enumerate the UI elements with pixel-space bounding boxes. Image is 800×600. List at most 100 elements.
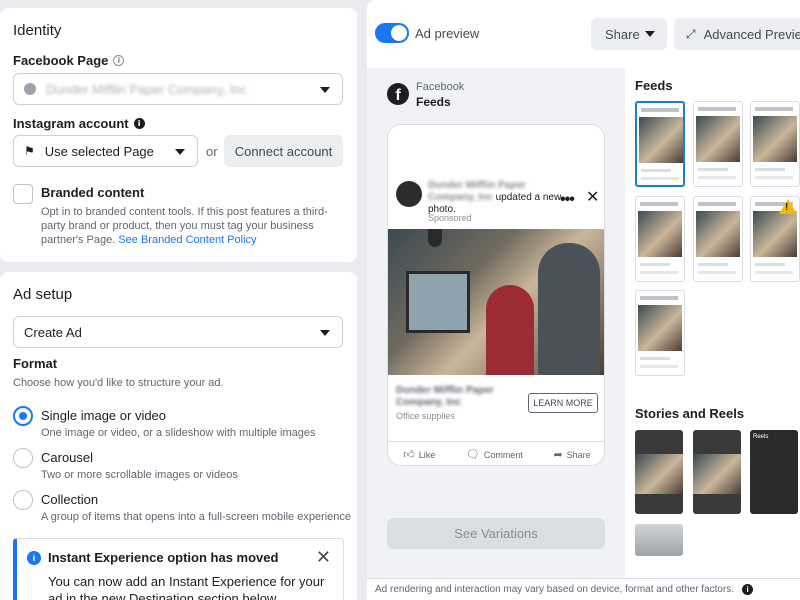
preview-area: f Facebook Feeds Dunder Mifflin Paper Co… [367,68,800,578]
placement-thumbnails: Feeds ! Stories and Reels Reels [625,68,800,578]
share-label: Share [566,449,591,460]
placement-thumbnail[interactable] [693,101,743,187]
chevron-down-icon [320,330,330,336]
image-lamp-shape [428,229,442,247]
option-carousel-title: Carousel [41,450,94,465]
flag-icon: ⚑ [24,144,35,158]
facebook-logo-icon: f [387,83,409,105]
ad-preview-label: Ad preview [415,26,480,41]
expand-icon: ⤢ [686,26,696,41]
format-label: Format [13,356,58,371]
comment-icon: 🗨︎ [465,448,480,461]
left-column: Identity Facebook Page i Dunder Mifflin … [0,0,358,600]
placement-thumbnail[interactable] [693,196,743,282]
instagram-select-value: Use selected Page [44,143,154,159]
facebook-page-label-text: Facebook Page [13,53,109,68]
advanced-preview-label: Advanced Preview [703,26,800,42]
option-single-image-title: Single image or video [41,408,167,423]
info-icon[interactable]: i [742,584,754,595]
instagram-label-text: Instagram account [13,116,129,131]
feeds-section-title: Feeds [635,78,673,93]
story-thumbnail[interactable] [635,430,683,514]
option-single-image-desc: One image or video, or a slideshow with … [41,427,316,439]
cta-subtitle: Office supplies [396,411,455,421]
radio-carousel[interactable] [13,448,33,468]
warning-mark: ! [785,202,789,213]
page-avatar [396,181,422,207]
identity-card: Identity Facebook Page i Dunder Mifflin … [0,8,357,262]
ad-setup-card: Ad setup Create Ad Format Choose how you… [0,272,357,600]
comment-label: Comment [483,449,523,460]
like-label: Like [418,449,436,460]
like-action[interactable]: 👍︎ Like [403,448,435,461]
branded-content-checkbox[interactable] [13,184,33,204]
comment-action[interactable]: 🗨︎ Comment [466,448,523,461]
placement-thumbnail[interactable] [635,101,685,187]
disclaimer-text: Ad rendering and interaction may vary ba… [375,584,735,595]
ad-setup-title: Ad setup [13,286,73,303]
image-person-shape [486,285,534,375]
platform-name: Facebook [416,81,465,93]
cta-page-name: Dunder Mifflin Paper Company, Inc [396,385,494,408]
chevron-down-icon [645,31,655,37]
identity-title: Identity [13,22,62,39]
radio-collection[interactable] [13,490,33,510]
placement-thumbnail[interactable] [635,196,685,282]
page-avatar [24,83,36,95]
notice-title: Instant Experience option has moved [48,550,279,565]
ad-preview-toggle[interactable] [375,23,409,43]
reel-label: Reels [753,434,769,440]
advanced-preview-button[interactable]: ⤢ Advanced Preview [674,18,800,50]
share-arrow-icon: ➦ [553,448,563,461]
connect-account-button[interactable]: Connect account [224,135,343,167]
instagram-account-select[interactable]: ⚑ Use selected Page [13,135,198,167]
facebook-page-select[interactable]: Dunder Mifflin Paper Company, Inc [13,73,343,105]
image-person-shape [538,243,600,375]
close-icon[interactable]: ✕ [316,547,331,568]
chevron-down-icon [320,87,330,93]
post-image [388,229,604,375]
thumbs-up-icon: 👍︎ [403,448,415,461]
option-collection-desc: A group of items that opens into a full-… [41,511,352,523]
post-header-text: Dunder Mifflin Paper Company, Inc update… [428,180,568,216]
rendering-disclaimer: Ad rendering and interaction may vary ba… [367,578,800,600]
info-icon: i [27,551,41,565]
or-text: or [206,144,218,159]
option-collection-title: Collection [41,492,99,507]
facebook-page-value: Dunder Mifflin Paper Company, Inc [46,81,248,97]
radio-single-image[interactable] [13,406,33,426]
branded-content-title: Branded content [41,185,145,200]
ad-creation-select[interactable]: Create Ad [13,316,343,348]
share-button[interactable]: Share [591,18,667,50]
instant-experience-notice: i Instant Experience option has moved ✕ … [13,538,344,600]
share-action[interactable]: ➦ Share [553,448,590,461]
info-icon[interactable]: i [133,118,145,129]
placement-thumbnail[interactable] [635,290,685,376]
format-desc: Choose how you'd like to structure your … [13,377,224,389]
reel-thumbnail[interactable] [635,524,683,556]
stories-reels-section-title: Stories and Reels [635,406,745,421]
reel-thumbnail[interactable]: Reels [750,430,798,514]
image-monitor-shape [406,271,470,333]
see-variations-button[interactable]: See Variations [387,518,605,549]
placement-thumbnail[interactable] [750,101,800,187]
facebook-page-label: Facebook Page i [13,53,125,68]
ad-creation-value: Create Ad [24,324,82,340]
feed-post-preview[interactable]: Dunder Mifflin Paper Company, Inc update… [387,124,605,466]
notice-body: You can now add an Instant Experience fo… [48,574,325,600]
ad-preview-panel: Ad preview Share ⤢ Advanced Preview f Fa… [367,0,800,600]
branded-content-policy-link[interactable]: See Branded Content Policy [118,234,256,246]
close-icon[interactable]: ✕ [586,187,599,206]
post-actions: 👍︎ Like 🗨︎ Comment ➦ Share [388,441,604,465]
share-button-label: Share [605,26,640,42]
cta-title: Dunder Mifflin Paper Company, Inc [396,385,506,409]
chevron-down-icon [175,149,185,155]
learn-more-button[interactable]: LEARN MORE [528,393,598,413]
branded-content-desc: Opt in to branded content tools. If this… [41,205,341,247]
info-icon[interactable]: i [113,55,125,66]
story-thumbnail[interactable] [693,430,741,514]
placement-name: Feeds [416,95,451,109]
instagram-account-label: Instagram account i [13,116,145,131]
more-options-icon[interactable]: ••• [560,191,575,209]
sponsored-label: Sponsored [428,213,472,223]
